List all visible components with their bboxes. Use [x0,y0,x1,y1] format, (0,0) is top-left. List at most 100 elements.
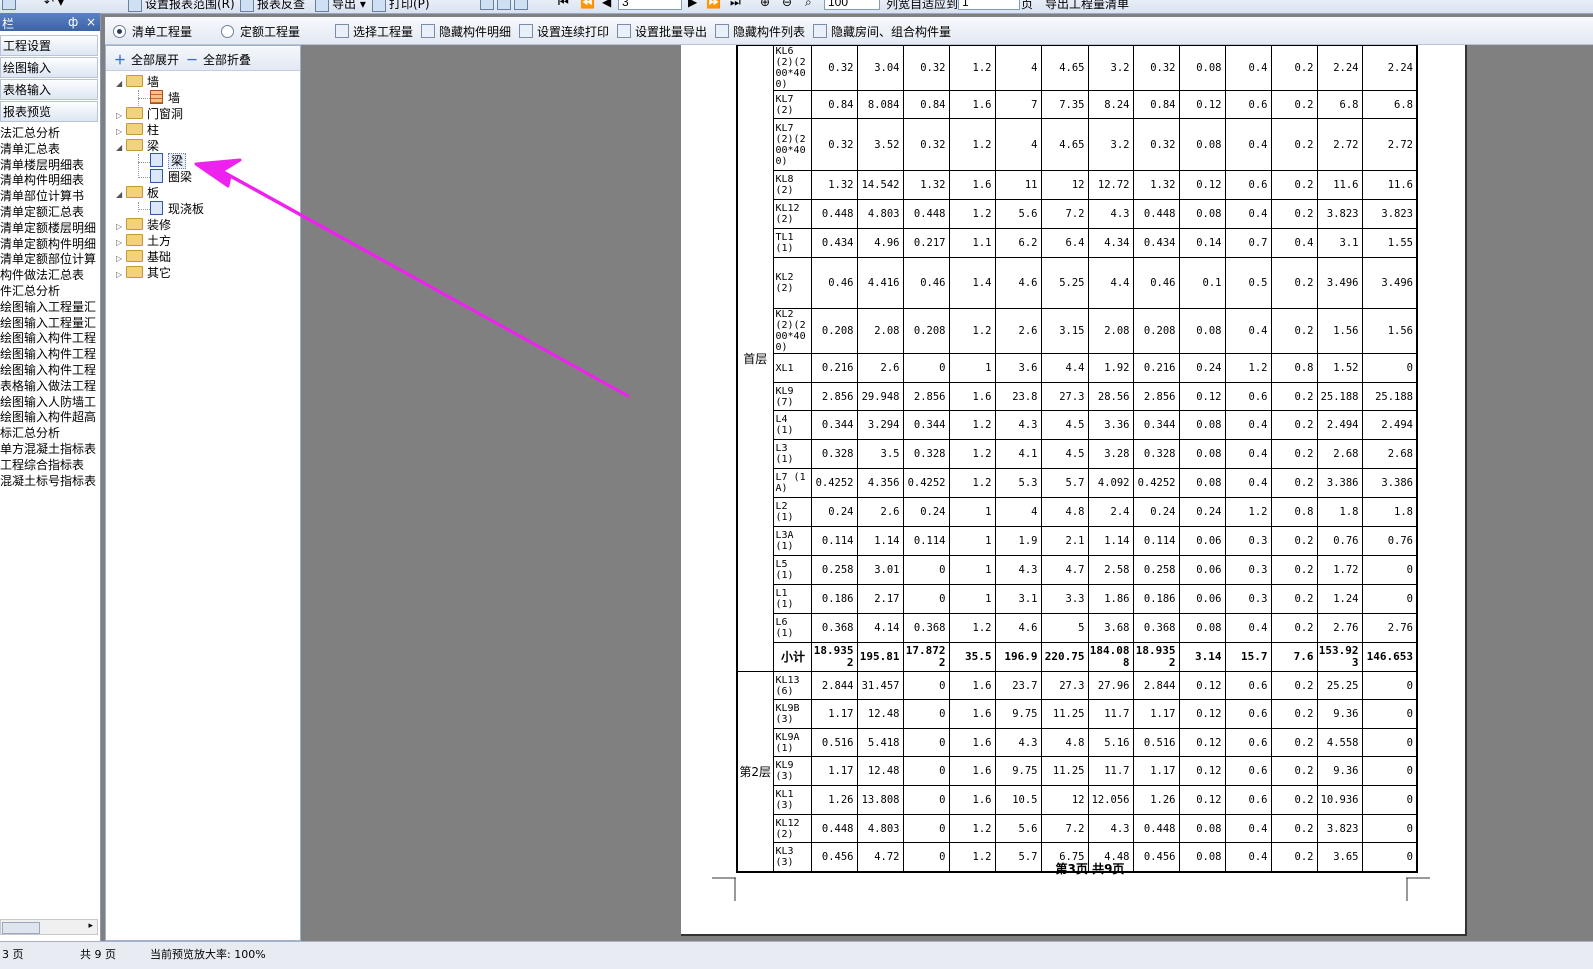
collapse-arrow-icon[interactable]: ◢ [116,140,126,156]
tree-node-decoration[interactable]: ▷ 装修 [116,217,171,233]
undo-icon[interactable]: ↶ ▾ [44,0,64,9]
first-page-icon[interactable]: ⏮ [558,0,569,10]
close-icon[interactable]: × [86,15,96,29]
tree-node-foundation[interactable]: ▷ 基础 [116,249,171,265]
table-row: KL12 (2) 0.448 4.803 0.448 1.2 5.6 7.2 4.3 0.448… [737,199,1418,229]
next-page-icon[interactable]: ⏩ [706,0,721,9]
prev-icon[interactable]: ◀ [602,0,611,9]
report-query-button[interactable]: 报表反查 [240,0,305,12]
report-item[interactable]: 绘图输入工程量汇 [0,300,99,316]
nav-drawing-input[interactable]: 绘图输入 [0,57,98,78]
tree-leaf-wall[interactable]: 墙 [150,90,180,106]
report-item[interactable]: 绘图输入构件工程 [0,331,99,347]
magnifier-icon[interactable]: ⌕ [805,0,812,10]
col-width-input[interactable] [958,0,1020,10]
report-item[interactable]: 清单定额部位计算 [0,252,99,268]
tree-leaf-cast-slab[interactable]: 现浇板 [150,201,204,217]
value-cell: 0.258 [810,555,858,585]
batch-export-button[interactable]: 设置批量导出 [617,23,707,40]
report-item[interactable]: 绘图输入构件工程 [0,363,99,379]
value-cell: 0.4 [1224,613,1272,643]
report-item[interactable]: 单方混凝土指标表 [0,442,99,458]
report-item[interactable]: 绘图输入工程量汇 [0,316,99,332]
tree-leaf-ring-beam[interactable]: 圈梁 [150,169,192,185]
report-item[interactable]: 绘图输入构件超高 [0,410,99,426]
report-item[interactable]: 清单定额构件明细 [0,237,99,253]
set-range-button[interactable]: 设置报表范围(R) [128,0,235,12]
print-button[interactable]: 打印(P) [372,0,430,12]
nav-project-settings[interactable]: 工程设置 [0,35,98,56]
prev-page-icon[interactable]: ⏪ [580,0,595,9]
report-item[interactable]: 混凝土标号指标表 [0,474,99,490]
value-cell: 0.2 [1270,613,1318,643]
collapse-arrow-icon[interactable]: ◢ [116,187,126,203]
value-cell: 3.294 [856,410,904,440]
report-item[interactable]: 清单构件明细表 [0,173,99,189]
component-name-cell: L2 (1) [772,497,812,527]
tree-node-earthwork[interactable]: ▷ 土方 [116,233,171,249]
report-item[interactable]: 绘图输入人防墙工 [0,395,99,411]
component-name-cell: KL2 (2)(200*400) [772,308,812,354]
report-item[interactable]: 清单定额楼层明细 [0,221,99,237]
value-cell: 0.217 [902,228,950,258]
value-cell: 1.2 [948,45,996,91]
radio-quota-quantity[interactable]: 定额工程量 [221,23,300,40]
value-cell: 1.55 [1361,228,1418,258]
nav-horizontal-scrollbar[interactable]: ▸ [0,919,98,935]
collapse-arrow-icon[interactable]: ◢ [116,76,126,92]
tree-node-other[interactable]: ▷ 其它 [116,265,171,281]
hide-list-button[interactable]: 隐藏构件列表 [715,23,805,40]
component-name-cell: KL9A (1) [772,728,812,757]
col-width-label: 列宽自适应到 [886,0,959,11]
expand-arrow-icon[interactable]: ▷ [116,267,126,283]
page-setup-icon[interactable] [480,0,531,10]
report-group[interactable]: 件汇总分析 [0,284,99,300]
report-item[interactable]: 清单汇总表 [0,142,99,158]
hide-rooms-button[interactable]: 隐藏房间、组合构件量 [813,23,951,40]
report-item[interactable]: 工程综合指标表 [0,458,99,474]
export-list-button[interactable]: 导出工程量清单 [1045,0,1129,12]
zoom-out-icon[interactable]: ⊖ [782,0,792,9]
pin-icon[interactable]: ф [68,15,78,29]
report-item[interactable]: 表格输入做法工程 [0,379,99,395]
report-group[interactable]: 法汇总分析 [0,126,99,142]
hide-detail-button[interactable]: 隐藏构件明细 [421,23,511,40]
report-item[interactable]: 绘图输入构件工程 [0,347,99,363]
tree-node-wall[interactable]: ◢ 墙 [116,74,159,90]
nav-table-input[interactable]: 表格输入 [0,79,98,100]
tree-leaf-beam[interactable]: 梁 [150,153,187,169]
select-quantity-button[interactable]: 选择工程量 [335,23,413,40]
report-item[interactable]: 清单部位计算书 [0,189,99,205]
last-page-icon[interactable]: ⏭ [730,0,741,10]
zoom-input[interactable] [824,0,880,10]
continuous-print-button[interactable]: 设置连续打印 [519,23,609,40]
report-group[interactable]: 标汇总分析 [0,426,99,442]
component-name-cell: L3A (1) [772,526,812,556]
tree-node-door-window[interactable]: ▷ 门窗洞 [116,106,183,122]
value-cell: 0 [902,756,950,786]
zoom-in-icon[interactable]: ⊕ [760,0,770,9]
report-item[interactable]: 清单楼层明细表 [0,158,99,174]
export-button[interactable]: 导出 ▾ [315,0,366,12]
collapse-all-button[interactable]: － 全部折叠 [186,51,251,68]
report-item[interactable]: 构件做法汇总表 [0,268,99,284]
component-name-cell: KL8 (2) [772,170,812,200]
save-icon[interactable] [2,0,19,10]
expand-all-button[interactable]: ＋ 全部展开 [114,51,179,68]
nav-report-preview[interactable]: 报表预览 [0,101,98,122]
value-cell: 2.72 [1316,118,1363,171]
tree-node-beam[interactable]: ◢ 梁 [116,138,159,154]
value-cell: 4.96 [856,228,904,258]
page-number-input[interactable] [618,0,682,10]
tree-node-column[interactable]: ▷ 柱 [116,122,159,138]
nav-btn-label: 报表预览 [3,105,52,119]
next-icon[interactable]: ▶ [688,0,697,9]
report-item[interactable]: 清单定额汇总表 [0,205,99,221]
value-cell: 0.2 [1270,382,1318,411]
scroll-right-icon[interactable]: ▸ [88,921,93,931]
tree-node-slab[interactable]: ◢ 板 [116,185,159,201]
value-cell: 17.8722 [902,642,950,672]
scroll-thumb[interactable] [2,922,40,934]
radio-bill-quantity[interactable]: 清单工程量 [113,23,192,40]
value-cell: 0 [902,353,950,383]
